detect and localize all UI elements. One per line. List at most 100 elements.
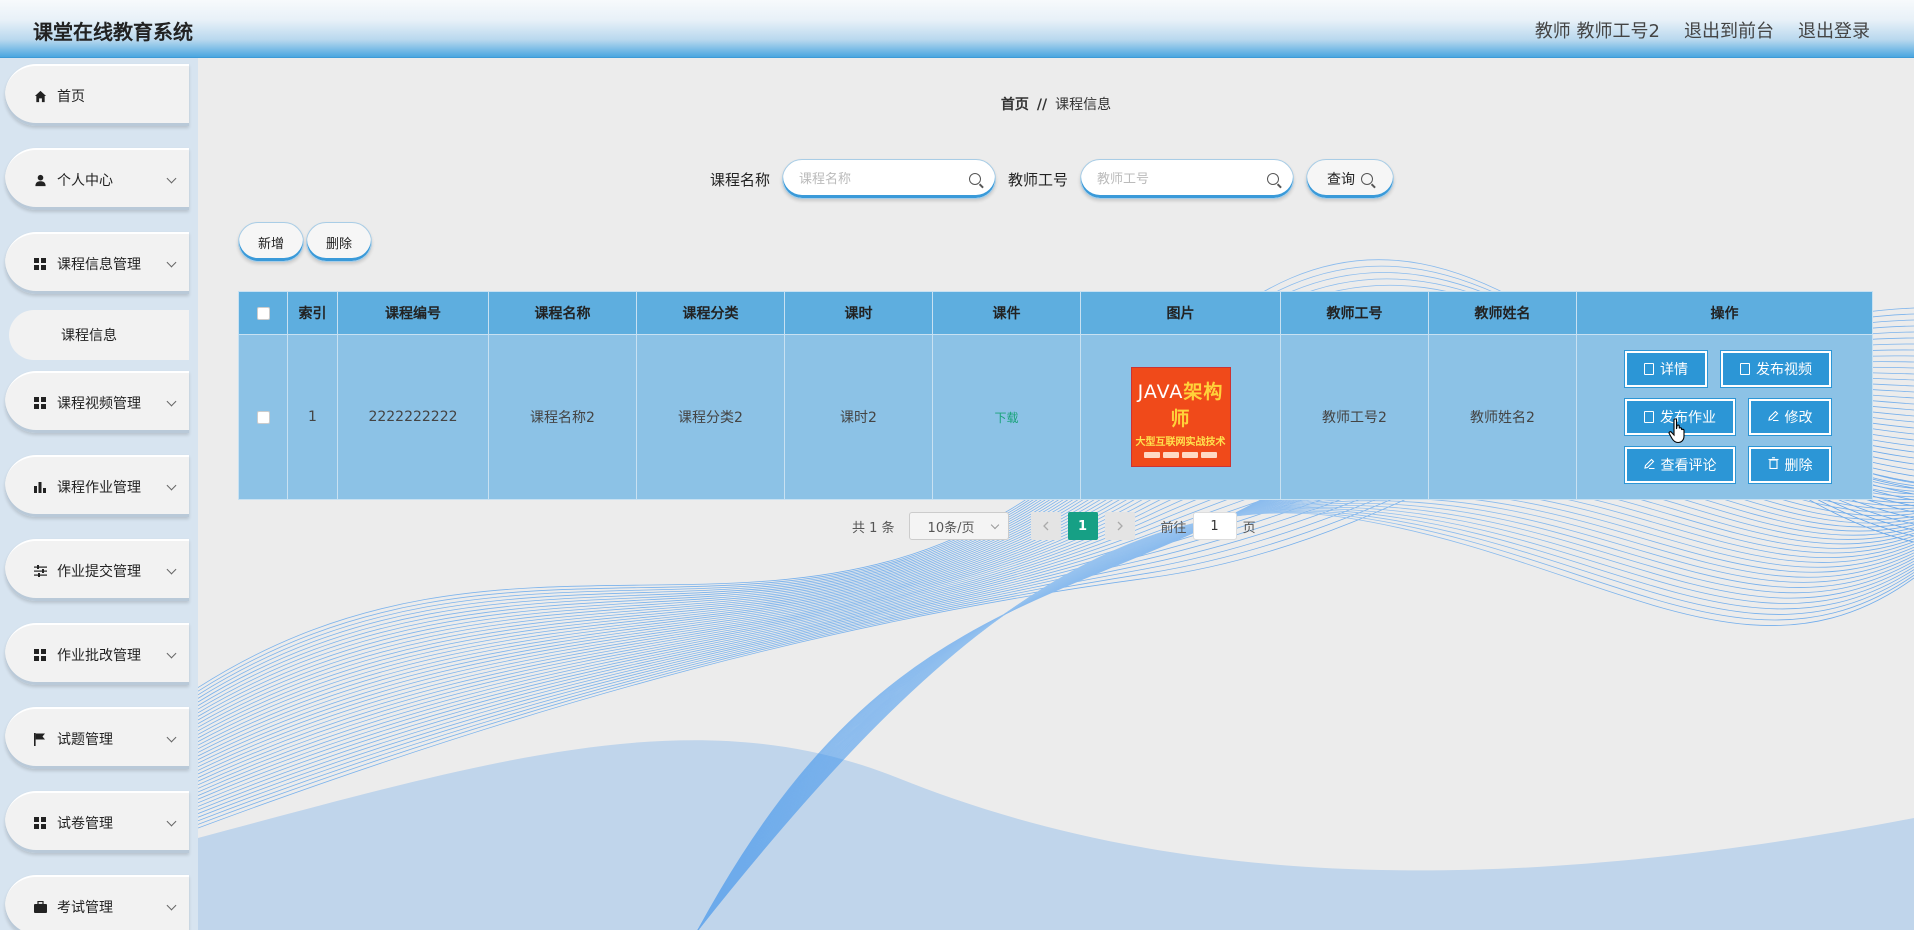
detail-button[interactable]: 详情 — [1625, 351, 1707, 387]
search-icon — [969, 173, 982, 185]
pencil-icon — [1643, 457, 1655, 473]
chevron-down-icon — [166, 816, 177, 827]
document-icon — [1644, 363, 1654, 375]
sidebar-item-course-video-mgmt[interactable]: 课程视频管理 — [5, 371, 189, 433]
sidebar-item-grading-mgmt[interactable]: 作业批改管理 — [5, 623, 189, 685]
add-button[interactable]: 新增 — [238, 222, 304, 262]
sidebar-item-label: 作业批改管理 — [57, 648, 141, 664]
hand-cursor-icon — [1668, 418, 1685, 444]
delete-button[interactable]: 删除 — [306, 222, 372, 262]
breadcrumb-separator: // — [1036, 97, 1048, 113]
sidebar-item-label: 试题管理 — [57, 732, 113, 748]
chevron-down-icon — [166, 396, 177, 407]
cell-courseware: 下载 — [932, 334, 1081, 500]
search-icon — [1361, 173, 1374, 185]
top-right-links: 教师 教师工号2 退出到前台 退出登录 — [1535, 17, 1870, 43]
breadcrumb: 首页 // 课程信息 — [198, 94, 1914, 114]
breadcrumb-home[interactable]: 首页 — [1001, 97, 1029, 113]
prev-page-button[interactable] — [1030, 512, 1061, 540]
sidebar-item-label: 个人中心 — [57, 173, 113, 189]
publish-video-button[interactable]: 发布视频 — [1721, 351, 1831, 387]
row-select-cell[interactable] — [238, 334, 288, 500]
sidebar-item-exam-mgmt[interactable]: 考试管理 — [5, 875, 189, 930]
grid-icon — [33, 816, 47, 830]
table-row: 1 2222222222 课程名称2 课程分类2 课时2 下载 JAVA架构师 … — [238, 334, 1873, 500]
trash-icon — [1768, 457, 1779, 473]
teacher-id-input[interactable] — [1097, 171, 1268, 187]
cell-teacher-id: 教师工号2 — [1280, 334, 1429, 500]
sidebar-item-home[interactable]: 首页 — [5, 64, 189, 126]
grid-icon — [33, 648, 47, 662]
teacher-id-label: 教师工号 — [1008, 170, 1069, 189]
edit-button[interactable]: 修改 — [1749, 399, 1831, 435]
goto-page-input[interactable]: 1 — [1192, 512, 1237, 540]
back-to-front-link[interactable]: 退出到前台 — [1684, 17, 1774, 43]
chevron-down-icon — [166, 648, 177, 659]
column-header: 课程编号 — [337, 291, 489, 335]
cell-operations: 详情 发布视频 发布作业 修改 查看评论 删除 — [1576, 334, 1873, 500]
sidebar-item-paper-mgmt[interactable]: 试卷管理 — [5, 791, 189, 853]
breadcrumb-current: 课程信息 — [1055, 97, 1112, 113]
course-name-search-box[interactable] — [782, 159, 997, 199]
detail-button-label: 详情 — [1660, 362, 1688, 378]
grid-icon — [33, 257, 47, 271]
pagination: 共 1 条 10条/页 1 前往 1 页 — [852, 512, 1256, 540]
sidebar-item-homework-mgmt[interactable]: 课程作业管理 — [5, 455, 189, 517]
column-header: 课程名称 — [488, 291, 637, 335]
course-name-input[interactable] — [799, 171, 970, 187]
row-delete-button-label: 删除 — [1784, 458, 1813, 474]
table-header-row: 索引 课程编号 课程名称 课程分类 课时 课件 图片 教师工号 教师姓名 操作 — [238, 291, 1873, 335]
view-comments-button[interactable]: 查看评论 — [1625, 447, 1735, 483]
app-title: 课堂在线教育系统 — [33, 20, 193, 44]
chevron-down-icon — [166, 173, 177, 184]
course-cover-image[interactable]: JAVA架构师 大型互联网实战技术 — [1130, 367, 1231, 467]
column-header: 图片 — [1080, 291, 1281, 335]
grid-icon — [33, 396, 47, 410]
cell-image: JAVA架构师 大型互联网实战技术 — [1080, 334, 1281, 500]
top-bar: 课堂在线教育系统 教师 教师工号2 退出到前台 退出登录 — [0, 0, 1914, 58]
sidebar-item-label: 作业提交管理 — [57, 564, 141, 580]
column-header: 教师姓名 — [1428, 291, 1577, 335]
column-header: 课时 — [784, 291, 933, 335]
courseware-download-link[interactable]: 下载 — [994, 411, 1018, 425]
row-delete-button[interactable]: 删除 — [1749, 447, 1831, 483]
sidebar-subitem-course-info[interactable]: 课程信息 — [9, 310, 189, 360]
cell-teacher-name: 教师姓名2 — [1428, 334, 1577, 500]
cell-category: 课程分类2 — [636, 334, 785, 500]
main-content: 首页 // 课程信息 课程名称 教师工号 查询 新增 删除 — [198, 58, 1914, 930]
cell-course-no: 2222222222 — [337, 334, 489, 500]
cell-course-name: 课程名称2 — [488, 334, 637, 500]
logout-link[interactable]: 退出登录 — [1798, 17, 1870, 43]
chevron-down-icon — [166, 564, 177, 575]
sidebar-item-course-info-mgmt[interactable]: 课程信息管理 — [5, 232, 189, 294]
sidebar-item-submission-mgmt[interactable]: 作业提交管理 — [5, 539, 189, 601]
column-header: 索引 — [287, 291, 338, 335]
column-header: 课程分类 — [636, 291, 785, 335]
course-table: 索引 课程编号 课程名称 课程分类 课时 课件 图片 教师工号 教师姓名 操作 … — [238, 291, 1873, 500]
teacher-id-search-box[interactable] — [1080, 159, 1295, 199]
sidebar-item-label: 首页 — [57, 89, 85, 105]
page-size-select[interactable]: 10条/页 — [908, 512, 1009, 540]
sidebar-item-personal-center[interactable]: 个人中心 — [5, 148, 189, 210]
query-button-label: 查询 — [1327, 172, 1356, 188]
user-icon — [33, 173, 47, 187]
document-icon — [1644, 411, 1654, 423]
select-all-checkbox[interactable] — [256, 306, 270, 320]
chevron-right-icon — [1117, 521, 1123, 531]
column-header: 教师工号 — [1280, 291, 1429, 335]
pencil-icon — [1767, 409, 1779, 425]
select-all-cell[interactable] — [238, 291, 288, 335]
query-button[interactable]: 查询 — [1306, 159, 1395, 199]
sidebar-item-label: 试卷管理 — [57, 816, 113, 832]
goto-label: 前往 — [1160, 520, 1187, 536]
view-comments-button-label: 查看评论 — [1660, 458, 1717, 474]
edit-button-label: 修改 — [1784, 410, 1813, 426]
row-checkbox[interactable] — [256, 410, 270, 424]
next-page-button[interactable] — [1104, 512, 1135, 540]
sidebar-item-question-mgmt[interactable]: 试题管理 — [5, 707, 189, 769]
briefcase-icon — [33, 900, 47, 914]
operation-buttons: 详情 发布视频 发布作业 修改 查看评论 删除 — [1577, 335, 1872, 499]
current-page-button[interactable]: 1 — [1067, 512, 1098, 540]
cover-subtitle: 大型互联网实战技术 — [1135, 436, 1226, 448]
page-size-value: 10条/页 — [927, 520, 975, 536]
